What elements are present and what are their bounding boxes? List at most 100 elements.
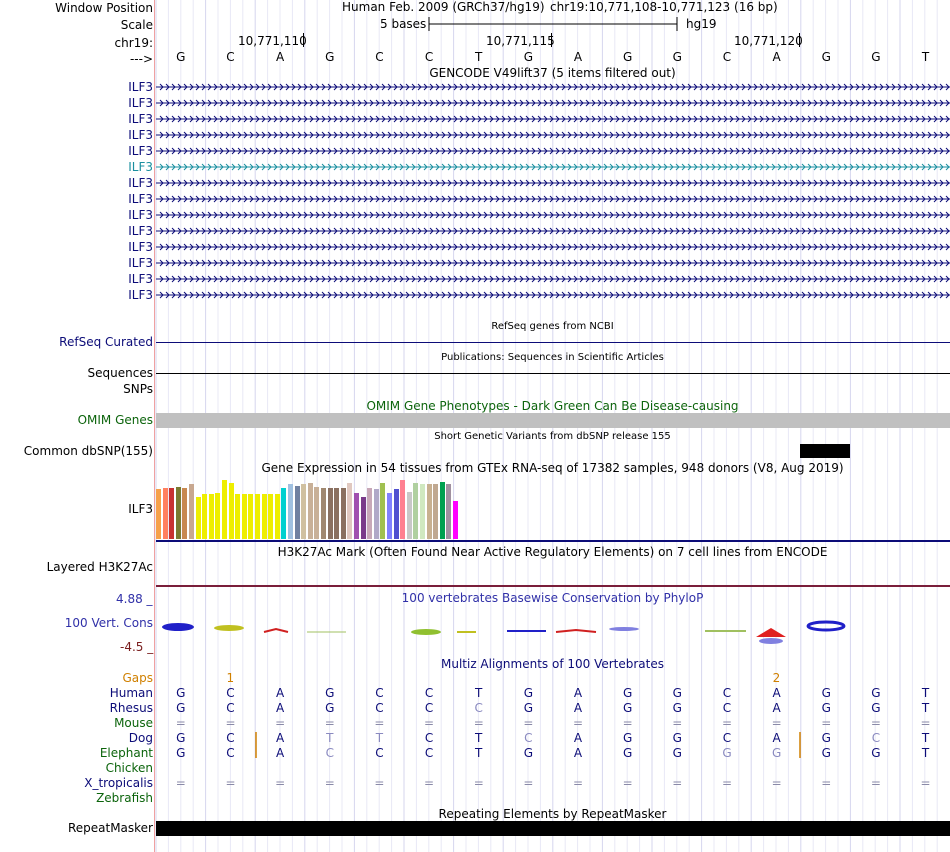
species-label[interactable]: Mouse	[114, 716, 153, 730]
gencode-item-label[interactable]: ILF3	[128, 256, 153, 270]
gtex-tissue-bar[interactable]	[446, 484, 452, 539]
phylop-track-label[interactable]: 100 Vert. Cons	[65, 616, 153, 630]
repeatmasker-track-label[interactable]: RepeatMasker	[68, 821, 153, 835]
gtex-tissue-bar[interactable]	[169, 488, 175, 539]
gtex-tissue-bar[interactable]	[420, 484, 425, 539]
species-label[interactable]: Human	[110, 686, 153, 700]
omim-gene-bar[interactable]	[156, 413, 950, 428]
gencode-intron-line[interactable]	[156, 177, 950, 189]
gtex-tissue-bar[interactable]	[453, 501, 458, 539]
gtex-tissue-bar[interactable]	[261, 494, 267, 539]
gtex-tissue-bar[interactable]	[182, 488, 188, 539]
gtex-tissue-bar[interactable]	[347, 483, 353, 539]
publications-line[interactable]	[156, 373, 950, 374]
gtex-tissue-bar[interactable]	[268, 494, 274, 539]
gencode-item-label[interactable]: ILF3	[128, 288, 153, 302]
species-label[interactable]: Rhesus	[110, 701, 153, 715]
gtex-tissue-bar[interactable]	[413, 483, 419, 539]
gencode-item-label[interactable]: ILF3	[128, 224, 153, 238]
gtex-tissue-bar[interactable]	[175, 487, 181, 539]
gtex-tissue-bar[interactable]	[426, 484, 432, 539]
gtex-tissue-bar[interactable]	[340, 488, 346, 539]
gencode-item-label[interactable]: ILF3	[128, 128, 153, 142]
gtex-tissue-bar[interactable]	[433, 484, 439, 539]
publications-sequences-label[interactable]: Sequences	[88, 366, 153, 380]
gencode-intron-line[interactable]	[156, 129, 950, 141]
gtex-tissue-bar[interactable]	[314, 487, 320, 539]
gtex-tissue-bar[interactable]	[255, 494, 260, 539]
gtex-tissue-bar[interactable]	[393, 489, 399, 539]
species-label[interactable]: Elephant	[100, 746, 153, 760]
gencode-item-label[interactable]: ILF3	[128, 160, 153, 174]
gtex-tissue-bar[interactable]	[189, 484, 194, 539]
publications-snps-label[interactable]: SNPs	[123, 382, 153, 396]
gtex-tissue-bar[interactable]	[406, 492, 412, 539]
gencode-intron-line[interactable]	[156, 257, 950, 269]
gencode-item-label[interactable]: ILF3	[128, 192, 153, 206]
species-label[interactable]: Dog	[129, 731, 153, 745]
h3k27ac-signal-line[interactable]	[156, 585, 950, 587]
gtex-tissue-bar[interactable]	[307, 483, 313, 539]
gencode-intron-line[interactable]	[156, 145, 950, 157]
gtex-tissue-bar[interactable]	[228, 483, 234, 539]
gtex-tissue-bar[interactable]	[235, 494, 241, 539]
gtex-tissue-bar[interactable]	[274, 494, 280, 539]
gencode-intron-line[interactable]	[156, 289, 950, 301]
refseq-gene-line[interactable]	[156, 342, 950, 343]
gtex-tissue-bar[interactable]	[373, 489, 379, 539]
gencode-intron-line[interactable]	[156, 241, 950, 253]
gencode-intron-line[interactable]	[156, 209, 950, 221]
gencode-item-label[interactable]: ILF3	[128, 272, 153, 286]
gtex-tissue-bar[interactable]	[439, 482, 445, 539]
species-label[interactable]: Chicken	[106, 761, 153, 775]
gencode-item-label[interactable]: ILF3	[128, 112, 153, 126]
species-label[interactable]: Zebrafish	[96, 791, 153, 805]
gtex-tissue-bar[interactable]	[301, 484, 307, 539]
gencode-item-label[interactable]: ILF3	[128, 240, 153, 254]
alignment-base: G	[871, 701, 881, 715]
gencode-item-label[interactable]: ILF3	[128, 96, 153, 110]
gencode-item-label[interactable]: ILF3	[128, 176, 153, 190]
gencode-intron-line[interactable]	[156, 81, 950, 93]
gtex-tissue-bar[interactable]	[195, 497, 201, 539]
gtex-tissue-bar[interactable]	[321, 488, 326, 539]
gtex-tissue-bar[interactable]	[327, 488, 333, 539]
gtex-tissue-bar[interactable]	[294, 486, 300, 539]
gencode-item-label[interactable]: ILF3	[128, 208, 153, 222]
gencode-intron-line[interactable]	[156, 97, 950, 109]
gtex-tissue-bar[interactable]	[241, 494, 247, 539]
gtex-tissue-bar[interactable]	[380, 483, 386, 539]
gtex-tissue-bar[interactable]	[400, 480, 406, 539]
gencode-item-label[interactable]: ILF3	[128, 144, 153, 158]
gtex-tissue-bar[interactable]	[281, 488, 287, 539]
gtex-tissue-bar[interactable]	[215, 493, 221, 539]
refseq-track-label[interactable]: RefSeq Curated	[59, 335, 153, 349]
gtex-tissue-bar[interactable]	[248, 494, 254, 539]
gtex-track-label[interactable]: ILF3	[128, 502, 153, 516]
repeatmasker-element[interactable]	[156, 821, 950, 836]
gencode-intron-line[interactable]	[156, 225, 950, 237]
gencode-intron-line[interactable]	[156, 161, 950, 173]
gtex-tissue-bar[interactable]	[354, 493, 359, 539]
gtex-tissue-bar[interactable]	[156, 489, 161, 539]
gencode-item-label[interactable]: ILF3	[128, 80, 153, 94]
gtex-tissue-bar[interactable]	[334, 488, 340, 539]
gtex-tissue-bar[interactable]	[360, 497, 366, 539]
base-letter: C	[722, 50, 732, 64]
species-label[interactable]: X_tropicalis	[84, 776, 153, 790]
h3k27ac-track-label[interactable]: Layered H3K27Ac	[47, 560, 153, 574]
phylop-logo[interactable]	[156, 612, 950, 654]
gtex-tissue-bar[interactable]	[367, 488, 373, 539]
gtex-tissue-bar[interactable]	[387, 493, 392, 539]
gtex-tissue-bar[interactable]	[222, 480, 227, 539]
gtex-tissue-bar[interactable]	[208, 494, 214, 539]
gtex-tissue-bar[interactable]	[202, 494, 208, 539]
gtex-tissue-bar[interactable]	[288, 484, 293, 539]
dbsnp-variant[interactable]	[800, 444, 850, 458]
gencode-intron-line[interactable]	[156, 273, 950, 285]
dbsnp-track-label[interactable]: Common dbSNP(155)	[24, 444, 153, 458]
gencode-intron-line[interactable]	[156, 193, 950, 205]
gtex-tissue-bar[interactable]	[162, 488, 168, 539]
gencode-intron-line[interactable]	[156, 113, 950, 125]
omim-track-label[interactable]: OMIM Genes	[78, 413, 153, 427]
